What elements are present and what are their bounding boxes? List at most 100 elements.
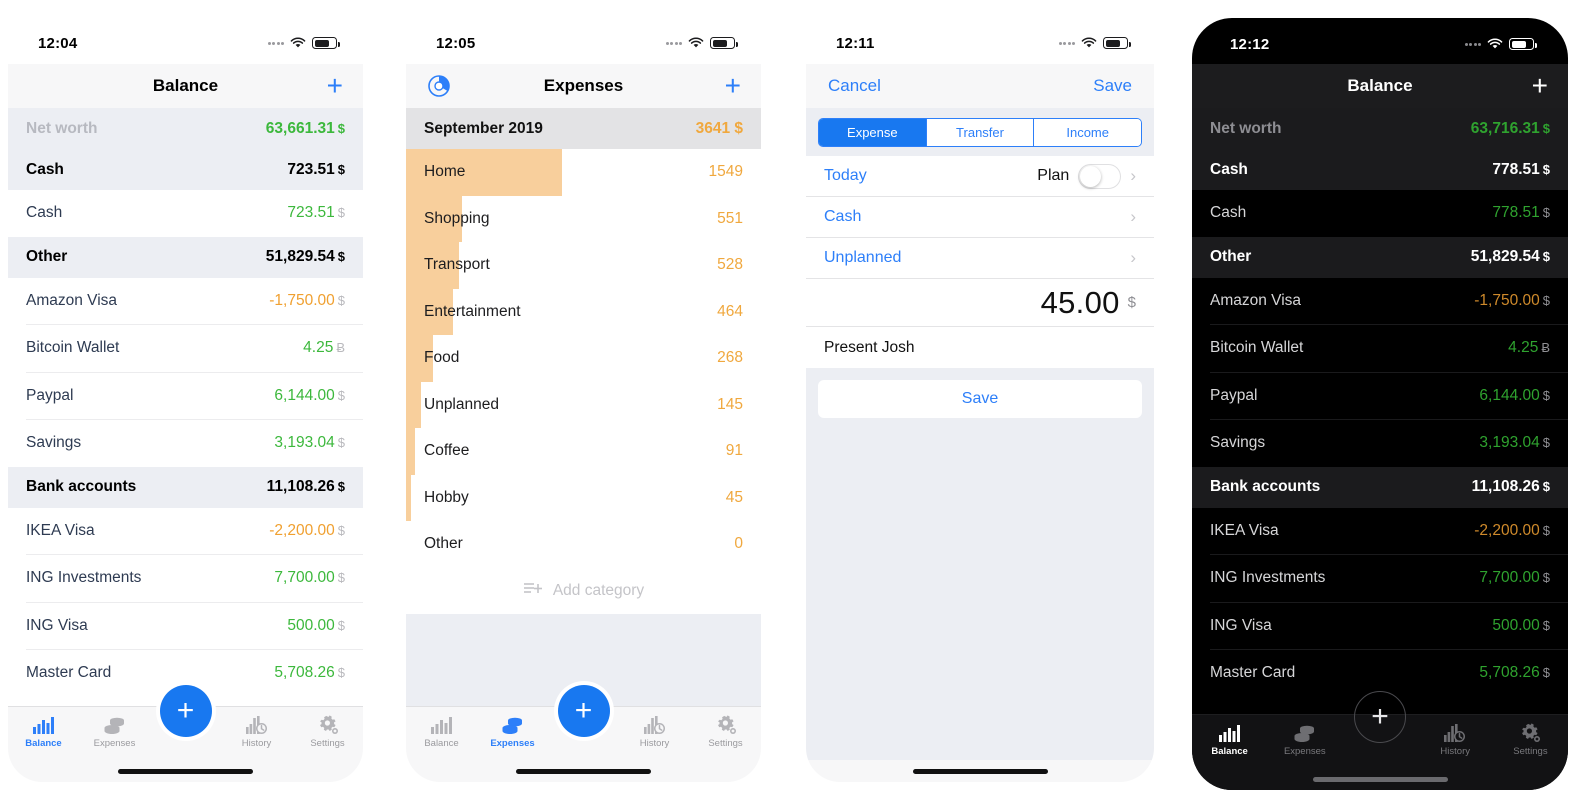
account-row[interactable]: Bitcoin Wallet 4.25 Ƀ (1192, 325, 1568, 372)
account-row[interactable]: ING Visa 500.00 $ (1192, 603, 1568, 650)
account-row[interactable]: ING Visa 500.00 $ (8, 603, 363, 650)
tab-history[interactable]: History (221, 713, 292, 749)
tab-balance[interactable]: Balance (406, 713, 477, 749)
row-value: 6,144.00 $ (274, 386, 345, 404)
add-transaction-fab[interactable]: + (159, 685, 212, 737)
row-label: ING Visa (1210, 616, 1272, 634)
cancel-button[interactable]: Cancel (828, 76, 881, 96)
row-label: Paypal (1210, 386, 1258, 404)
tab-expenses[interactable]: Expenses (79, 713, 150, 749)
add-transaction-fab[interactable]: + (1354, 691, 1406, 743)
account-row[interactable]: IKEA Visa -2,200.00 $ (1192, 508, 1568, 555)
period-header[interactable]: September 2019 3641 $ (406, 108, 761, 149)
row-value: 3,193.04 $ (274, 434, 345, 452)
net-worth-row: Net worth 63,661.31 $ (8, 108, 363, 149)
phone-balance-dark: 12:12 Balance + Net worth 63,716.31 $ Cash 7… (1192, 18, 1568, 790)
segment-expense[interactable]: Expense (819, 119, 926, 146)
tab-history[interactable]: History (619, 713, 690, 749)
row-label: Bank accounts (1210, 478, 1321, 495)
tab-settings[interactable]: Settings (1493, 721, 1568, 757)
expense-category-row[interactable]: Shopping 551 (406, 195, 761, 242)
segment-transfer[interactable]: Transfer (925, 119, 1034, 146)
tab-expenses[interactable]: Expenses (477, 713, 548, 749)
account-row[interactable]: Cash 723.51 $ (8, 190, 363, 237)
expense-category-row[interactable]: Food 268 (406, 335, 761, 382)
add-transaction-fab[interactable]: + (557, 685, 610, 737)
row-label: ING Visa (26, 616, 88, 634)
add-category-row[interactable]: Add category (406, 567, 761, 614)
wifi-icon (290, 37, 306, 49)
row-currency: $ (337, 387, 345, 403)
add-button[interactable]: + (327, 72, 343, 100)
category-label: Hobby (424, 488, 469, 506)
status-bar: 12:05 (406, 18, 761, 64)
plan-toggle[interactable] (1078, 163, 1122, 189)
expense-category-row[interactable]: Transport 528 (406, 242, 761, 289)
date-row[interactable]: Today Plan › (806, 156, 1154, 197)
bar-chart-icon (1218, 721, 1242, 743)
tab-history[interactable]: History (1418, 721, 1493, 757)
account-row[interactable]: Savings 3,193.04 $ (8, 420, 363, 467)
chevron-right-icon: › (1130, 166, 1136, 185)
category-row[interactable]: Unplanned › (806, 238, 1154, 279)
account-row[interactable]: Bitcoin Wallet 4.25 Ƀ (8, 325, 363, 372)
note-row[interactable]: Present Josh (806, 327, 1154, 368)
account-row[interactable]: ING Investments 7,700.00 $ (1192, 555, 1568, 602)
type-segmented-control[interactable]: Expense Transfer Income (818, 118, 1142, 147)
home-indicator (806, 760, 1154, 782)
expense-category-row[interactable]: Hobby 45 (406, 474, 761, 521)
row-currency: $ (1542, 665, 1550, 681)
tab-label: Settings (1513, 746, 1548, 757)
account-row[interactable]: Savings 3,193.04 $ (1192, 420, 1568, 467)
tab-expenses[interactable]: Expenses (1267, 721, 1342, 757)
add-button[interactable]: + (1532, 72, 1548, 100)
amount-value[interactable]: 45.00 (1041, 285, 1120, 321)
row-value: 5,708.26 $ (274, 664, 345, 682)
home-indicator (406, 760, 761, 782)
row-label: ING Investments (26, 569, 142, 587)
account-row[interactable]: Amazon Visa -1,750.00 $ (8, 278, 363, 325)
note-value[interactable]: Present Josh (824, 339, 914, 357)
account-row[interactable]: Master Card 5,708.26 $ (1192, 650, 1568, 697)
pie-chart-icon[interactable] (426, 73, 452, 99)
account-row[interactable]: Paypal 6,144.00 $ (1192, 373, 1568, 420)
row-value: 11,108.26 $ (1471, 478, 1550, 495)
expense-category-row[interactable]: Other 0 (406, 521, 761, 568)
segment-income[interactable]: Income (1033, 119, 1141, 146)
account-group-header: Other 51,829.54 $ (8, 236, 363, 278)
amount-row[interactable]: 45.00 $ (806, 279, 1154, 327)
save-nav-button[interactable]: Save (1093, 76, 1132, 96)
account-row[interactable]: ING Investments 7,700.00 $ (8, 555, 363, 602)
phone-balance-light: 12:04 Balance + Net worth 63,661.31 $ Cash 7… (8, 18, 363, 782)
row-currency: $ (1542, 617, 1550, 633)
tab-balance[interactable]: Balance (1192, 721, 1267, 757)
tab-settings[interactable]: Settings (690, 713, 761, 749)
account-row[interactable]: Cash › (806, 197, 1154, 238)
expense-category-row[interactable]: Entertainment 464 (406, 288, 761, 335)
save-button[interactable]: Save (818, 380, 1142, 418)
row-label: IKEA Visa (26, 521, 95, 539)
expense-category-row[interactable]: Home 1549 (406, 149, 761, 196)
account-row[interactable]: Cash 778.51 $ (1192, 190, 1568, 237)
expense-category-row[interactable]: Unplanned 145 (406, 381, 761, 428)
type-segmented-control-wrap: Expense Transfer Income (806, 108, 1154, 156)
account-row[interactable]: Paypal 6,144.00 $ (8, 373, 363, 420)
tab-settings[interactable]: Settings (292, 713, 363, 749)
balance-list[interactable]: Net worth 63,661.31 $ Cash 723.51 $ Cash 723.51… (8, 108, 363, 706)
row-currency: $ (1542, 387, 1550, 403)
row-label: Master Card (26, 664, 112, 682)
expense-category-row[interactable]: Coffee 91 (406, 428, 761, 475)
account-row[interactable]: IKEA Visa -2,200.00 $ (8, 508, 363, 555)
nav-bar: Cancel Save (806, 64, 1154, 108)
balance-list[interactable]: Net worth 63,716.31 $ Cash 778.51 $ Cash 778.51… (1192, 108, 1568, 714)
page-title: Balance (1347, 76, 1413, 95)
status-bar: 12:04 (8, 18, 363, 64)
tab-balance[interactable]: Balance (8, 713, 79, 749)
tab-bar: Balance Expenses History Settings + (8, 685, 363, 760)
row-label: Paypal (26, 386, 74, 404)
nav-bar: Expenses + (406, 64, 761, 108)
account-row[interactable]: Amazon Visa -1,750.00 $ (1192, 278, 1568, 325)
category-amount: 45 (725, 488, 743, 506)
add-button[interactable]: + (725, 72, 741, 100)
expense-category-list[interactable]: Home 1549 Shopping 551 Transport 528 Entertain… (406, 149, 761, 568)
